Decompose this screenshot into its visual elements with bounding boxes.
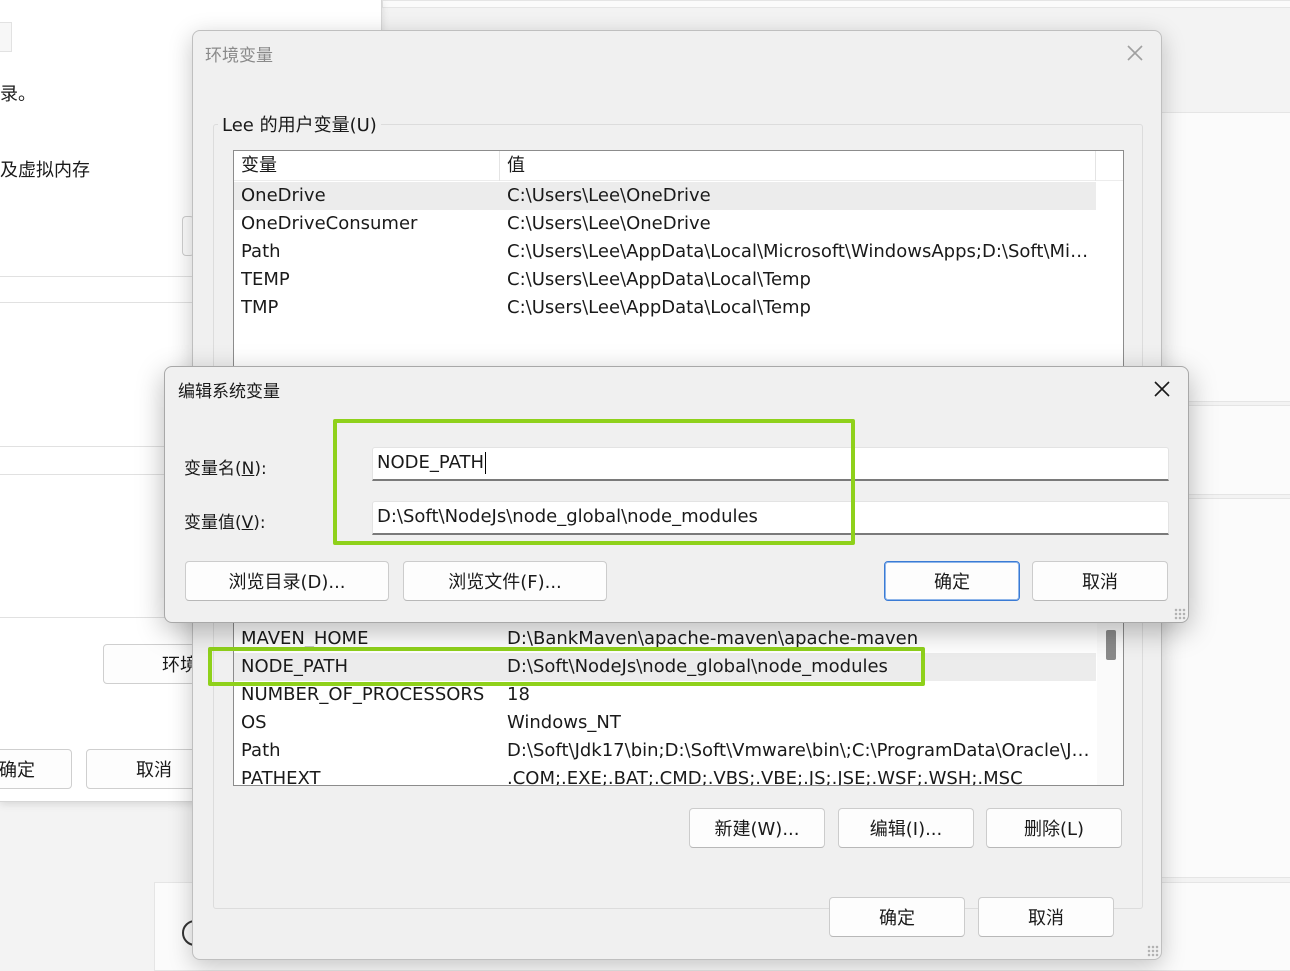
system-var-row[interactable]: PATHEXT .COM;.EXE;.BAT;.CMD;.VBS;.VBE;.J… — [234, 765, 1096, 786]
edit-cancel-button[interactable]: 取消 — [1032, 561, 1168, 601]
variable-value-accesskey: V — [241, 513, 254, 533]
system-var-row[interactable]: MAVEN_HOME D:\BankMaven\apache-maven\apa… — [234, 625, 1096, 653]
system-var-value: D:\Soft\Jdk17\bin;D:\Soft\Vmware\bin\;C:… — [507, 740, 1092, 761]
tab-strip — [0, 22, 12, 52]
divider — [0, 302, 200, 303]
system-var-name: Path — [241, 740, 281, 761]
variable-value-label-text: 变量值( — [184, 513, 242, 533]
dialog-title: 环境变量 — [205, 46, 273, 66]
system-var-row[interactable]: NUMBER_OF_PROCESSORS 18 — [234, 681, 1096, 709]
system-var-name: NUMBER_OF_PROCESSORS — [241, 684, 485, 705]
user-var-value: C:\Users\Lee\AppData\Local\Temp — [507, 297, 811, 318]
edit-system-variable-dialog: 编辑系统变量 变量名(N): NODE_PATH 变量值(V): D:\Soft… — [164, 366, 1189, 623]
variable-value-value: D:\Soft\NodeJs\node_global\node_modules — [377, 506, 758, 527]
bg-cancel-label: 取消 — [136, 760, 172, 781]
edit-button-label: 编辑(I)... — [869, 819, 943, 840]
system-var-name: PATHEXT — [241, 768, 321, 786]
system-var-value: Windows_NT — [507, 712, 621, 733]
variable-value-label: 变量值(V): — [184, 508, 266, 533]
env-cancel-label: 取消 — [1028, 908, 1064, 929]
variable-name-label: 变量名(N): — [184, 454, 267, 479]
browse-directory-button[interactable]: 浏览目录(D)... — [185, 561, 389, 601]
text-caret — [485, 452, 487, 474]
column-header-name[interactable]: 变量 — [234, 151, 500, 181]
system-var-value: D:\BankMaven\apache-maven\apache-maven — [507, 628, 919, 649]
settings-panel — [1160, 112, 1290, 402]
scroll-thumb[interactable] — [1106, 630, 1116, 660]
edit-ok-label: 确定 — [934, 572, 970, 593]
bg-ok-label: 确定 — [0, 760, 35, 781]
settings-panel — [382, 0, 1290, 8]
system-var-name: OS — [241, 712, 267, 733]
delete-button[interactable]: 删除(L) — [986, 808, 1122, 848]
resize-grip-icon[interactable] — [1147, 945, 1159, 957]
user-var-row[interactable]: TMP C:\Users\Lee\AppData\Local\Temp — [234, 294, 1096, 322]
user-var-name: TEMP — [241, 269, 290, 290]
browse-file-label: 浏览文件(F)... — [448, 572, 562, 593]
new-button[interactable]: 新建(W)... — [689, 808, 825, 848]
system-var-name: NODE_PATH — [241, 656, 349, 677]
delete-button-label: 删除(L) — [1023, 819, 1085, 840]
new-button-label: 新建(W)... — [714, 819, 800, 840]
user-var-value: C:\Users\Lee\AppData\Local\Microsoft\Win… — [507, 241, 1092, 262]
browse-file-button[interactable]: 浏览文件(F)... — [403, 561, 607, 601]
close-button[interactable] — [1113, 35, 1157, 71]
close-icon — [1127, 45, 1143, 61]
env-cancel-button[interactable]: 取消 — [978, 897, 1114, 937]
close-icon — [1154, 381, 1170, 397]
system-var-value: .COM;.EXE;.BAT;.CMD;.VBS;.VBE;.JS;.JSE;.… — [507, 768, 1023, 786]
system-var-row[interactable]: NODE_PATH D:\Soft\NodeJs\node_global\nod… — [234, 653, 1096, 681]
system-var-name: MAVEN_HOME — [241, 628, 369, 649]
user-var-row[interactable]: Path C:\Users\Lee\AppData\Local\Microsof… — [234, 238, 1096, 266]
user-var-name: OneDriveConsumer — [241, 213, 418, 234]
user-var-name: TMP — [241, 297, 279, 318]
variable-value-label-end: ): — [253, 513, 266, 533]
user-vars-header: 变量 值 — [234, 151, 1123, 181]
bg-ok-button[interactable]: 确定 — [0, 749, 72, 789]
edit-ok-button[interactable]: 确定 — [884, 561, 1020, 601]
variable-name-value: NODE_PATH — [377, 452, 485, 473]
system-var-row[interactable]: OS Windows_NT — [234, 709, 1096, 737]
system-var-row[interactable]: Path D:\Soft\Jdk17\bin;D:\Soft\Vmware\bi… — [234, 737, 1096, 765]
user-var-value: C:\Users\Lee\OneDrive — [507, 213, 711, 234]
edit-button[interactable]: 编辑(I)... — [838, 808, 974, 848]
browse-directory-label: 浏览目录(D)... — [228, 572, 346, 593]
system-var-value: 18 — [507, 684, 530, 705]
variable-name-input[interactable]: NODE_PATH — [372, 447, 1169, 481]
variable-name-label-end: ): — [254, 459, 267, 479]
resize-grip-icon[interactable] — [1174, 608, 1186, 620]
variable-name-accesskey: N — [241, 459, 255, 479]
system-var-value: D:\Soft\NodeJs\node_global\node_modules — [507, 656, 888, 677]
edit-cancel-label: 取消 — [1082, 572, 1118, 593]
divider — [0, 276, 200, 277]
user-var-row[interactable]: OneDrive C:\Users\Lee\OneDrive — [234, 182, 1096, 210]
user-var-name: Path — [241, 241, 281, 262]
user-var-row[interactable]: OneDriveConsumer C:\Users\Lee\OneDrive — [234, 210, 1096, 238]
bg-text-line1: 录。 — [0, 84, 36, 105]
edit-close-button[interactable] — [1140, 371, 1184, 407]
variable-name-label-text: 变量名( — [184, 459, 242, 479]
variable-value-input[interactable]: D:\Soft\NodeJs\node_global\node_modules — [372, 501, 1169, 535]
user-var-value: C:\Users\Lee\OneDrive — [507, 185, 711, 206]
edit-dialog-title: 编辑系统变量 — [178, 382, 280, 402]
user-var-row[interactable]: TEMP C:\Users\Lee\AppData\Local\Temp — [234, 266, 1096, 294]
bg-text-line2: 及虚拟内存 — [0, 160, 90, 181]
column-header-value[interactable]: 值 — [500, 151, 1096, 181]
env-ok-label: 确定 — [879, 908, 915, 929]
env-ok-button[interactable]: 确定 — [829, 897, 965, 937]
user-var-value: C:\Users\Lee\AppData\Local\Temp — [507, 269, 811, 290]
user-vars-group-label: Lee 的用户变量(U) — [218, 111, 381, 137]
user-var-name: OneDrive — [241, 185, 326, 206]
